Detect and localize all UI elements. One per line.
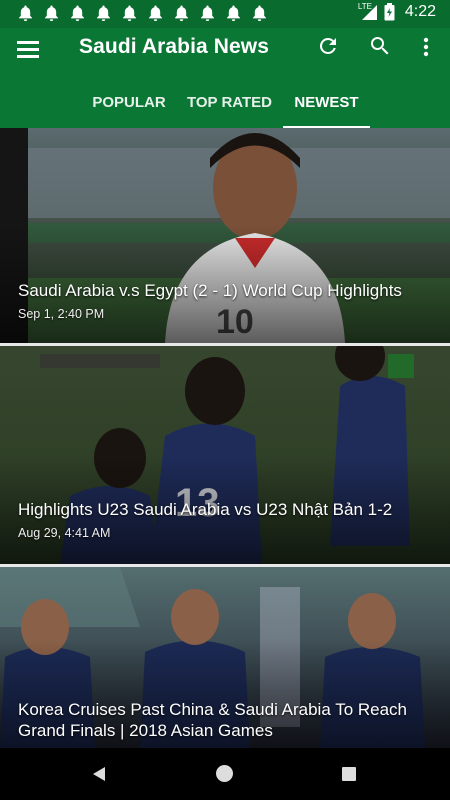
news-title: Highlights U23 Saudi Arabia vs U23 Nhật … — [18, 500, 393, 519]
tab-newest[interactable]: NEWEST — [283, 90, 370, 128]
navigation-bar — [0, 748, 450, 800]
bell-icon — [122, 4, 137, 22]
news-card[interactable]: 13 Highlights U23 Saudi Arabia vs U23 Nh… — [0, 346, 450, 564]
tab-bar: POPULAR TOP RATED NEWEST — [0, 90, 450, 129]
news-title: Korea Cruises Past China & Saudi Arabia … — [18, 700, 408, 740]
more-vert-icon[interactable] — [418, 35, 434, 59]
news-feed[interactable]: 10 Saudi Arabia v.s Egypt (2 - 1) World … — [0, 128, 450, 748]
network-type: LTE — [357, 2, 372, 11]
news-card[interactable]: Korea Cruises Past China & Saudi Arabia … — [0, 567, 450, 748]
news-date: Aug 29, 4:41 AM — [18, 526, 111, 540]
tab-popular[interactable]: POPULAR — [86, 90, 172, 128]
status-bar: LTE 4:22 — [0, 0, 450, 28]
home-icon[interactable] — [216, 765, 233, 782]
bell-icon — [226, 4, 241, 22]
bell-icon — [44, 4, 59, 22]
bell-icon — [200, 4, 215, 22]
bell-icon — [70, 4, 85, 22]
search-icon[interactable] — [368, 34, 392, 58]
refresh-icon[interactable] — [316, 34, 340, 58]
back-icon[interactable] — [92, 766, 106, 787]
app-bar: Saudi Arabia News POPULAR TOP RATED NEWE… — [0, 28, 450, 129]
battery-icon — [384, 3, 395, 21]
app-title: Saudi Arabia News — [79, 35, 269, 58]
clock: 4:22 — [404, 3, 436, 20]
news-card[interactable]: 10 Saudi Arabia v.s Egypt (2 - 1) World … — [0, 128, 450, 343]
notification-icons — [18, 4, 267, 22]
news-date: Sep 1, 2:40 PM — [18, 307, 105, 321]
tab-top-rated[interactable]: TOP RATED — [182, 90, 277, 128]
status-right: LTE 4:22 — [357, 2, 436, 21]
menu-icon[interactable] — [17, 38, 43, 60]
recent-apps-icon[interactable] — [342, 767, 356, 781]
bell-icon — [148, 4, 163, 22]
bell-icon — [174, 4, 189, 22]
bell-icon — [18, 4, 33, 22]
bell-icon — [96, 4, 111, 22]
signal-icon: LTE — [357, 2, 378, 21]
bell-icon — [252, 4, 267, 22]
news-title: Saudi Arabia v.s Egypt (2 - 1) World Cup… — [18, 281, 402, 300]
